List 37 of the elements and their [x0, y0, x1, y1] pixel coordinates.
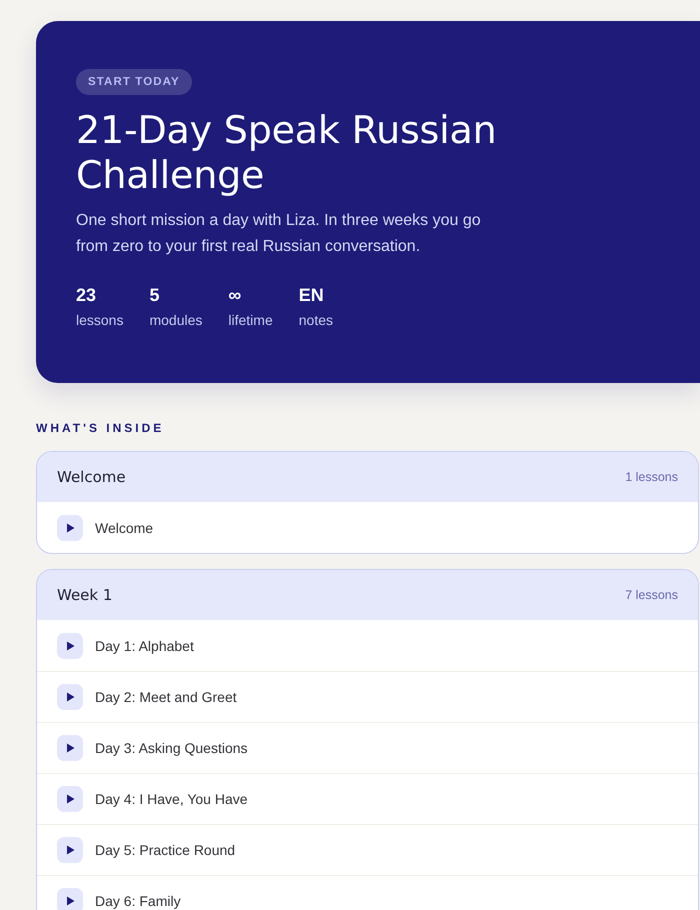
lesson-title: Day 2: Meet and Greet: [95, 690, 237, 704]
play-icon: [57, 888, 83, 910]
play-icon: [57, 632, 83, 658]
stat-label: lifetime: [228, 312, 273, 328]
lesson-row[interactable]: Day 3: Asking Questions: [37, 722, 698, 773]
lesson-count: 7 lessons: [625, 588, 678, 602]
stat-value: ∞: [228, 284, 242, 306]
lesson-title: Welcome: [95, 520, 154, 534]
lesson-title: Day 1: Alphabet: [95, 638, 194, 652]
lesson-count: 1 lessons: [625, 470, 678, 484]
start-today-badge: START TODAY: [76, 69, 192, 95]
lesson-row[interactable]: Day 2: Meet and Greet: [37, 671, 698, 722]
lesson-title: Day 3: Asking Questions: [95, 741, 248, 755]
course-title: 21-Day Speak Russian Challenge: [76, 108, 498, 198]
lesson-row[interactable]: Day 6: Family: [37, 875, 698, 910]
play-icon: [57, 786, 83, 812]
lesson-title: Day 5: Practice Round: [95, 843, 236, 857]
lesson-row[interactable]: Day 1: Alphabet: [37, 620, 698, 671]
play-icon: [57, 837, 83, 863]
play-icon: [57, 684, 83, 710]
lesson-title: Day 4: I Have, You Have: [95, 792, 248, 806]
course-description: One short mission a day with Liza. In three weeks you go from zero to your first real Russian conversation.: [76, 211, 482, 257]
lesson-row[interactable]: Day 4: I Have, You Have: [37, 773, 698, 824]
section-heading: WHAT'S INSIDE: [36, 421, 164, 435]
stat-label: notes: [298, 312, 333, 328]
module-title: Welcome: [57, 468, 126, 486]
lesson-row[interactable]: Welcome: [37, 502, 698, 553]
stat-value: EN: [298, 284, 324, 306]
lesson-title: Day 6: Family: [95, 894, 181, 908]
stat-value: 5: [149, 284, 160, 306]
stat-label: lessons: [76, 312, 124, 328]
lesson-row[interactable]: Day 5: Practice Round: [37, 824, 698, 875]
play-icon: [57, 735, 83, 761]
stat-value: 23: [76, 284, 96, 306]
module-title: Week 1: [57, 586, 112, 604]
play-icon: [57, 514, 83, 540]
stat-label: modules: [149, 312, 202, 328]
